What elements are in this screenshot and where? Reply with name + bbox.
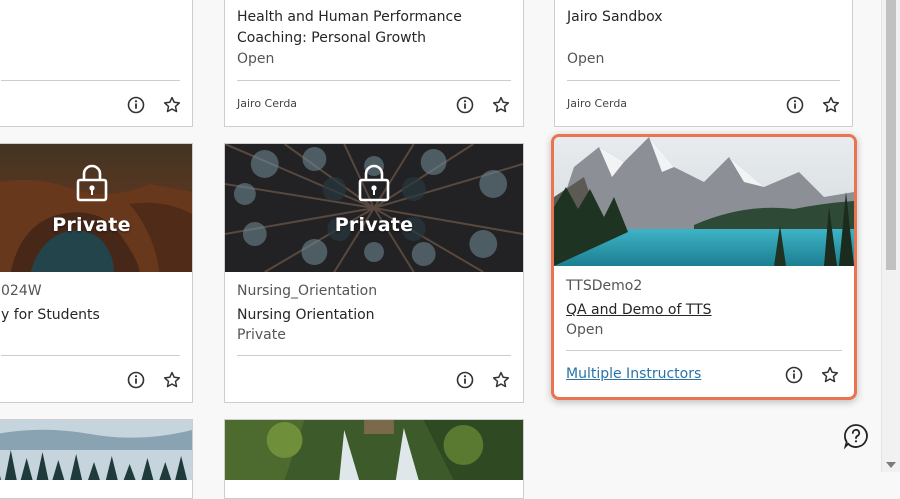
course-code: TTSDemo2 — [566, 278, 643, 294]
multiple-instructors-link[interactable]: Multiple Instructors — [566, 366, 701, 382]
course-card[interactable]: Jairo Sandbox Open Jairo Cerda — [554, 0, 853, 127]
course-code: Nursing_Orientation — [237, 283, 378, 299]
info-icon — [786, 96, 804, 114]
info-icon — [127, 96, 145, 114]
course-card[interactable]: Private 024W y for Students — [0, 143, 193, 403]
course-status: Open — [566, 322, 604, 338]
card-divider — [237, 80, 511, 81]
info-button[interactable] — [126, 370, 146, 390]
course-status: Open — [567, 51, 605, 67]
course-code: 024W — [1, 283, 42, 299]
favorite-button[interactable] — [821, 95, 841, 115]
favorite-button[interactable] — [491, 95, 511, 115]
course-title-link[interactable]: QA and Demo of TTS — [566, 302, 712, 318]
star-icon — [821, 366, 839, 383]
card-divider — [1, 355, 180, 356]
star-icon — [163, 371, 181, 388]
course-card[interactable] — [0, 0, 193, 127]
private-label: Private — [52, 214, 131, 236]
card-divider — [567, 80, 840, 81]
course-card[interactable]: Health and Human Performance Coaching: P… — [224, 0, 524, 127]
course-status: Open — [237, 51, 275, 67]
favorite-button[interactable] — [162, 370, 182, 390]
vertical-scrollbar[interactable] — [881, 0, 900, 472]
private-label: Private — [334, 214, 414, 236]
star-icon — [492, 96, 510, 113]
course-title[interactable]: y for Students — [1, 307, 100, 323]
info-icon — [127, 371, 145, 389]
scroll-down-icon[interactable] — [886, 462, 896, 468]
course-card[interactable]: Private Nursing_Orientation Nursing Orie… — [224, 143, 524, 403]
private-overlay: Private — [225, 144, 523, 272]
instructor-name: Jairo Cerda — [237, 97, 298, 110]
scrollbar-thumb[interactable] — [886, 0, 896, 270]
favorite-button[interactable] — [162, 95, 182, 115]
star-icon — [492, 371, 510, 388]
course-title[interactable]: Nursing Orientation — [237, 307, 375, 323]
course-card-focused[interactable]: TTSDemo2 QA and Demo of TTS Open Multipl… — [551, 134, 857, 400]
instructor-name: Jairo Cerda — [567, 97, 628, 110]
info-button[interactable] — [785, 95, 805, 115]
info-icon — [785, 366, 803, 384]
star-icon — [822, 96, 840, 113]
course-title[interactable]: Jairo Sandbox — [567, 9, 663, 25]
course-thumbnail — [554, 137, 854, 266]
course-status: Private — [237, 327, 286, 343]
info-button[interactable] — [455, 95, 475, 115]
card-divider — [237, 355, 511, 356]
info-button[interactable] — [455, 370, 475, 390]
lock-icon — [76, 164, 107, 202]
help-icon — [843, 424, 868, 450]
private-overlay: Private — [0, 144, 192, 272]
favorite-button[interactable] — [491, 370, 511, 390]
course-thumbnail — [225, 420, 523, 480]
course-title-line1[interactable]: Health and Human Performance — [237, 9, 462, 25]
info-button[interactable] — [126, 95, 146, 115]
course-card[interactable] — [224, 419, 524, 499]
info-button[interactable] — [784, 365, 804, 385]
card-divider — [566, 350, 842, 351]
course-thumbnail — [0, 420, 192, 480]
info-icon — [456, 371, 474, 389]
help-button[interactable] — [843, 423, 869, 450]
course-card[interactable] — [0, 419, 193, 499]
course-title-line2[interactable]: Coaching: Personal Growth — [237, 30, 426, 46]
lock-icon — [358, 164, 390, 202]
card-divider — [1, 80, 180, 81]
favorite-button[interactable] — [820, 365, 840, 385]
info-icon — [456, 96, 474, 114]
star-icon — [163, 96, 181, 113]
